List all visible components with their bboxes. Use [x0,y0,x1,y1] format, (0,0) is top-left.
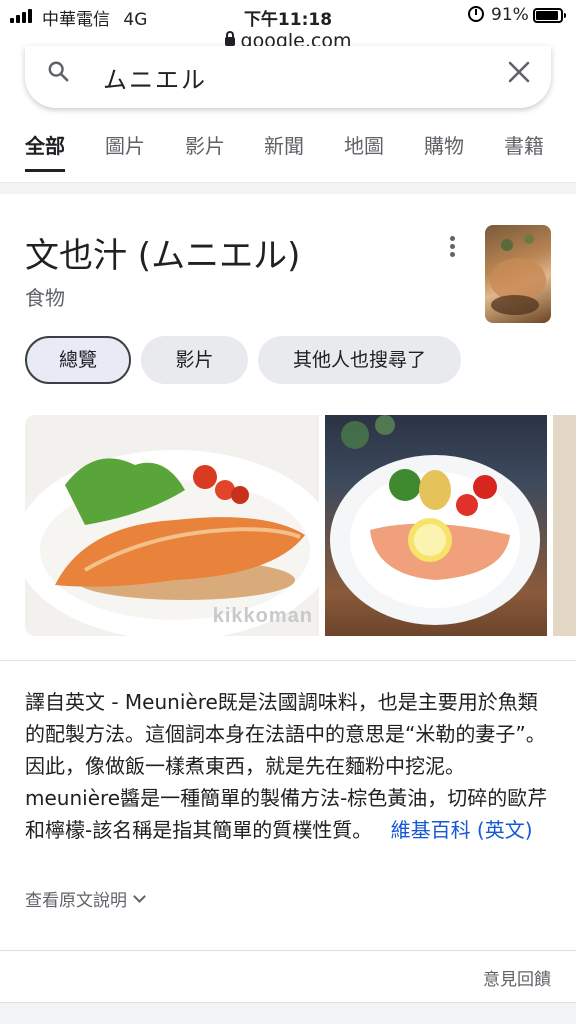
chip-overview[interactable]: 總覽 [25,336,131,384]
food-image-2[interactable] [325,415,547,636]
tab-shopping[interactable]: 購物 [424,130,464,172]
chevron-down-icon [133,889,146,903]
chip-videos[interactable]: 影片 [141,336,248,384]
tab-news[interactable]: 新聞 [264,130,304,172]
wikipedia-link[interactable]: 維基百科 (英文) [391,818,533,842]
image-watermark: kikkoman [212,605,313,627]
search-input[interactable]: ムニエル [103,60,207,95]
food-image-3[interactable] [553,415,576,636]
panel-description: 譯自英文 - Meunière既是法國調味料，也是主要用於魚類的配製方法。這個詞… [25,686,555,846]
search-box[interactable]: ムニエル [25,46,551,108]
tab-videos[interactable]: 影片 [185,130,225,172]
battery-icon [533,8,566,23]
feedback-link[interactable]: 意見回饋 [483,965,551,990]
alarm-icon [468,6,484,22]
food-image-1[interactable]: kikkoman [25,415,319,636]
battery-percent: 91% [491,5,529,25]
lock-icon [224,31,235,46]
close-icon[interactable] [507,60,531,84]
tab-images[interactable]: 圖片 [105,130,145,172]
tab-all[interactable]: 全部 [25,130,65,172]
panel-subtitle: 食物 [25,286,65,310]
clock: 下午11:18 [243,10,333,30]
show-original-toggle[interactable]: 查看原文說明 [25,886,146,911]
divider [0,950,576,951]
search-icon[interactable] [47,60,69,82]
chip-related-searches[interactable]: 其他人也搜尋了 [258,336,461,384]
more-options-icon[interactable] [444,236,460,258]
section-divider [0,1002,576,1024]
expand-label: 查看原文說明 [25,891,127,911]
image-carousel[interactable]: kikkoman [25,415,576,636]
tab-maps[interactable]: 地圖 [344,130,384,172]
panel-title: 文也汁 (ムニエル) [25,236,301,276]
tab-books[interactable]: 書籍 [504,130,544,172]
section-divider [0,182,576,194]
panel-thumbnail[interactable] [485,225,551,323]
search-tabs: 全部 圖片 影片 新聞 地圖 購物 書籍 [0,130,576,172]
status-bar: 中華電信 4G 下午11:18 91% [0,0,576,30]
divider [0,660,576,661]
